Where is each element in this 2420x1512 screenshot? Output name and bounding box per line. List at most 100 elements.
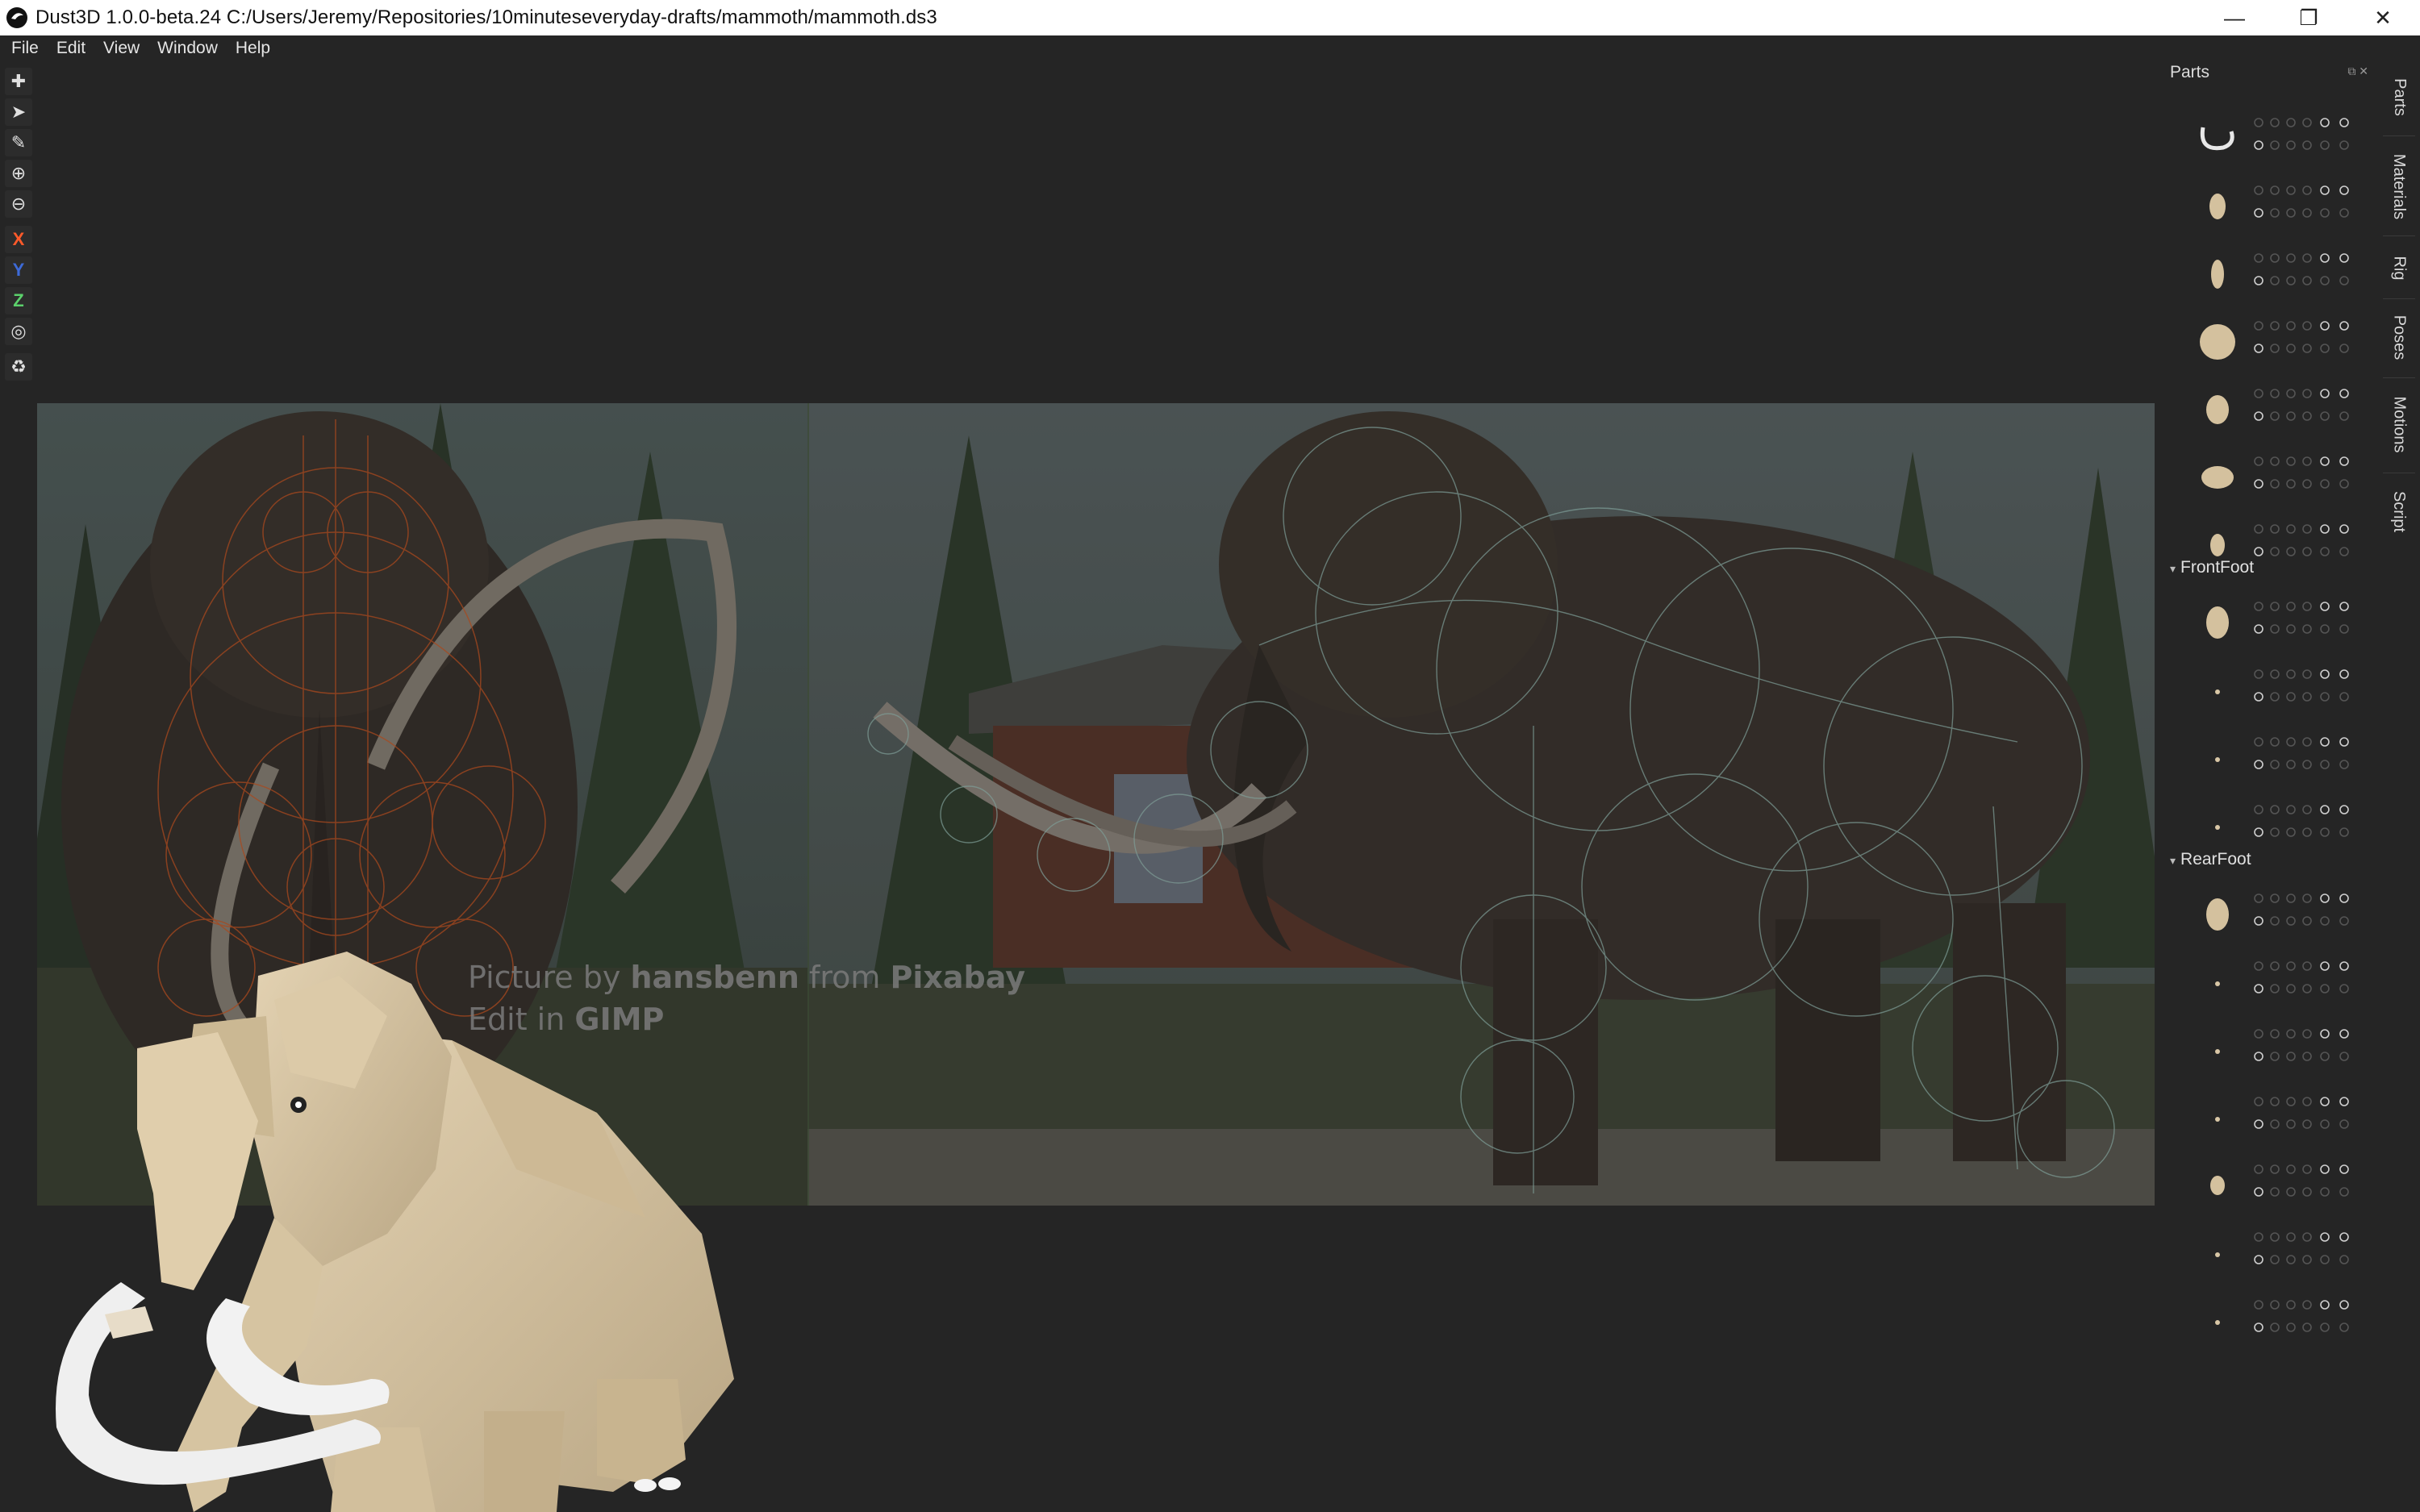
eye-icon[interactable]	[2254, 1164, 2264, 1174]
rotate-icon[interactable]	[2270, 140, 2280, 150]
part-tool-buttons[interactable]	[2249, 1295, 2362, 1343]
lock-icon[interactable]	[2270, 1164, 2280, 1174]
group-rearfoot[interactable]: ▾ RearFoot	[2170, 850, 2251, 869]
part-tool-buttons[interactable]	[2249, 889, 2362, 937]
rotate-icon[interactable]	[2270, 1255, 2280, 1264]
part-thumbnail[interactable]	[2191, 1293, 2244, 1347]
lock-icon[interactable]	[2270, 893, 2280, 903]
mirror-icon[interactable]	[2286, 389, 2296, 398]
balance-icon[interactable]	[2320, 1300, 2330, 1310]
pencil-icon[interactable]	[2339, 1164, 2349, 1174]
rotate-icon[interactable]	[2270, 624, 2280, 634]
eye-icon[interactable]	[2254, 389, 2264, 398]
part-thumbnail[interactable]	[2191, 731, 2244, 784]
dashed-circle-icon[interactable]	[2320, 276, 2330, 285]
wrap-icon[interactable]	[2302, 344, 2312, 353]
eye-icon[interactable]	[2254, 1232, 2264, 1242]
rotate-icon[interactable]	[2270, 827, 2280, 837]
round-icon[interactable]	[2286, 411, 2296, 421]
part-row[interactable]	[2162, 1084, 2372, 1152]
chamfer-icon[interactable]	[2302, 1232, 2312, 1242]
subdivide-icon[interactable]	[2254, 760, 2264, 769]
part-thumbnail[interactable]	[2191, 798, 2244, 852]
round-icon[interactable]	[2286, 1255, 2296, 1264]
eye-icon[interactable]	[2254, 1300, 2264, 1310]
tab-parts[interactable]: Parts	[2378, 65, 2420, 129]
chamfer-icon[interactable]	[2302, 524, 2312, 534]
pencil-icon[interactable]	[2339, 1300, 2349, 1310]
layer-icon[interactable]	[2339, 1119, 2349, 1129]
part-tool-buttons[interactable]	[2249, 732, 2362, 781]
chamfer-icon[interactable]	[2302, 321, 2312, 331]
rotate-icon[interactable]	[2270, 344, 2280, 353]
wrap-icon[interactable]	[2302, 984, 2312, 993]
chamfer-icon[interactable]	[2302, 1029, 2312, 1039]
part-thumbnail[interactable]	[2191, 247, 2244, 300]
pencil-icon[interactable]	[2339, 961, 2349, 971]
mirror-icon[interactable]	[2286, 805, 2296, 814]
wrap-icon[interactable]	[2302, 1322, 2312, 1332]
part-row[interactable]	[2162, 1152, 2372, 1219]
chamfer-icon[interactable]	[2302, 893, 2312, 903]
lock-icon[interactable]	[2270, 669, 2280, 679]
part-row[interactable]	[2162, 240, 2372, 308]
part-row[interactable]	[2162, 724, 2372, 792]
eye-icon[interactable]	[2254, 321, 2264, 331]
mirror-icon[interactable]	[2286, 253, 2296, 263]
wrap-icon[interactable]	[2302, 1052, 2312, 1061]
rotate-icon[interactable]	[2270, 547, 2280, 556]
layer-icon[interactable]	[2339, 916, 2349, 926]
menu-file[interactable]: File	[11, 39, 39, 58]
layer-icon[interactable]	[2339, 984, 2349, 993]
dashed-circle-icon[interactable]	[2320, 344, 2330, 353]
part-tool-buttons[interactable]	[2249, 1024, 2362, 1073]
balance-icon[interactable]	[2320, 1029, 2330, 1039]
balance-icon[interactable]	[2320, 893, 2330, 903]
wrap-icon[interactable]	[2302, 624, 2312, 634]
layer-icon[interactable]	[2339, 208, 2349, 218]
eye-icon[interactable]	[2254, 893, 2264, 903]
zoom-out-button[interactable]: ⊖	[5, 190, 32, 218]
balance-icon[interactable]	[2320, 669, 2330, 679]
tab-materials[interactable]: Materials	[2378, 142, 2420, 231]
dashed-circle-icon[interactable]	[2320, 760, 2330, 769]
pencil-icon[interactable]	[2339, 456, 2349, 466]
round-icon[interactable]	[2286, 1187, 2296, 1197]
round-icon[interactable]	[2286, 1322, 2296, 1332]
balance-icon[interactable]	[2320, 456, 2330, 466]
model-preview[interactable]	[32, 927, 758, 1512]
pencil-icon[interactable]	[2339, 118, 2349, 127]
balance-icon[interactable]	[2320, 737, 2330, 747]
part-thumbnail[interactable]	[2191, 111, 2244, 165]
pencil-icon[interactable]	[2339, 1029, 2349, 1039]
subdivide-icon[interactable]	[2254, 276, 2264, 285]
part-thumbnail[interactable]	[2191, 450, 2244, 503]
pencil-icon[interactable]	[2339, 253, 2349, 263]
part-thumbnail[interactable]	[2191, 663, 2244, 716]
rotate-icon[interactable]	[2270, 984, 2280, 993]
wrap-icon[interactable]	[2302, 276, 2312, 285]
eye-icon[interactable]	[2254, 185, 2264, 195]
round-icon[interactable]	[2286, 692, 2296, 702]
subdivide-icon[interactable]	[2254, 140, 2264, 150]
round-icon[interactable]	[2286, 624, 2296, 634]
rotate-icon[interactable]	[2270, 1187, 2280, 1197]
part-tool-buttons[interactable]	[2249, 452, 2362, 500]
chamfer-icon[interactable]	[2302, 389, 2312, 398]
rotate-icon[interactable]	[2270, 1322, 2280, 1332]
pencil-icon[interactable]	[2339, 602, 2349, 611]
part-row[interactable]	[2162, 308, 2372, 376]
round-icon[interactable]	[2286, 760, 2296, 769]
z-axis-lock-button[interactable]: Z	[5, 287, 32, 314]
round-icon[interactable]	[2286, 827, 2296, 837]
mirror-icon[interactable]	[2286, 524, 2296, 534]
layer-icon[interactable]	[2339, 411, 2349, 421]
mirror-icon[interactable]	[2286, 669, 2296, 679]
part-row[interactable]	[2162, 1219, 2372, 1287]
rotate-icon[interactable]	[2270, 208, 2280, 218]
round-icon[interactable]	[2286, 208, 2296, 218]
part-tool-buttons[interactable]	[2249, 519, 2362, 568]
part-thumbnail[interactable]	[2191, 1090, 2244, 1143]
dashed-circle-icon[interactable]	[2320, 140, 2330, 150]
rotate-icon[interactable]	[2270, 1052, 2280, 1061]
